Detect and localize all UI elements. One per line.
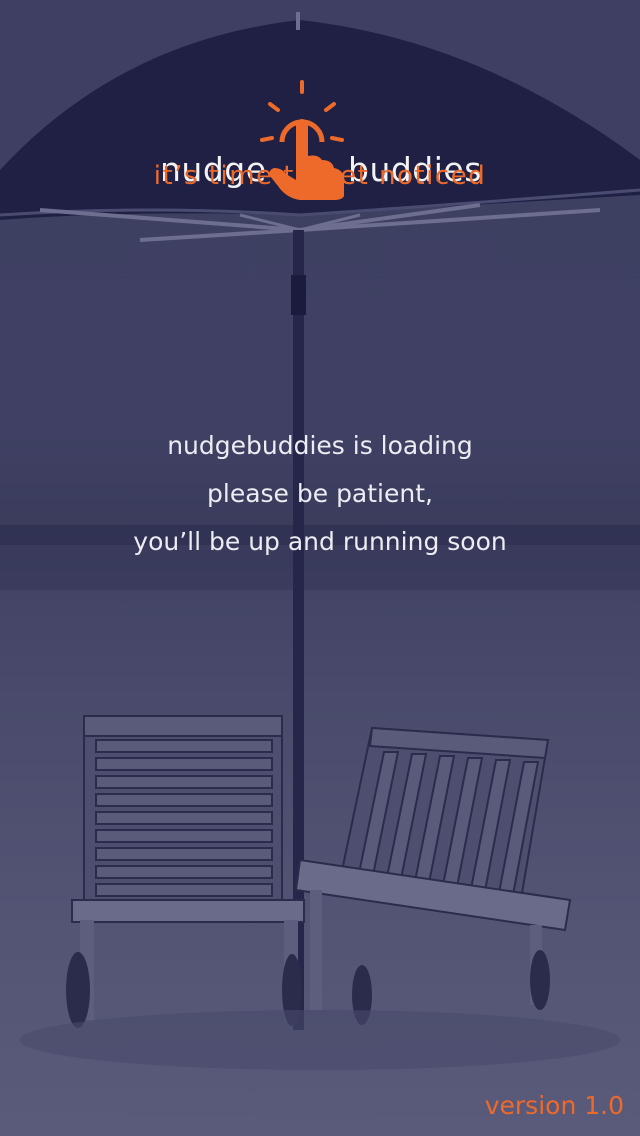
loading-line-2: please be patient, (207, 479, 433, 508)
version-label: version 1.0 (484, 1091, 624, 1120)
app-tagline: it’s time to get noticed (153, 161, 487, 191)
splash-screen: nudge buddies it’s time to get noticed n… (0, 0, 640, 1136)
app-logo: nudge buddies it’s time to get noticed (0, 40, 640, 200)
loading-line-3: you’ll be up and running soon (133, 527, 507, 556)
loading-line-1: nudgebuddies is loading (167, 431, 473, 460)
loading-message: nudgebuddies is loading please be patien… (0, 422, 640, 566)
